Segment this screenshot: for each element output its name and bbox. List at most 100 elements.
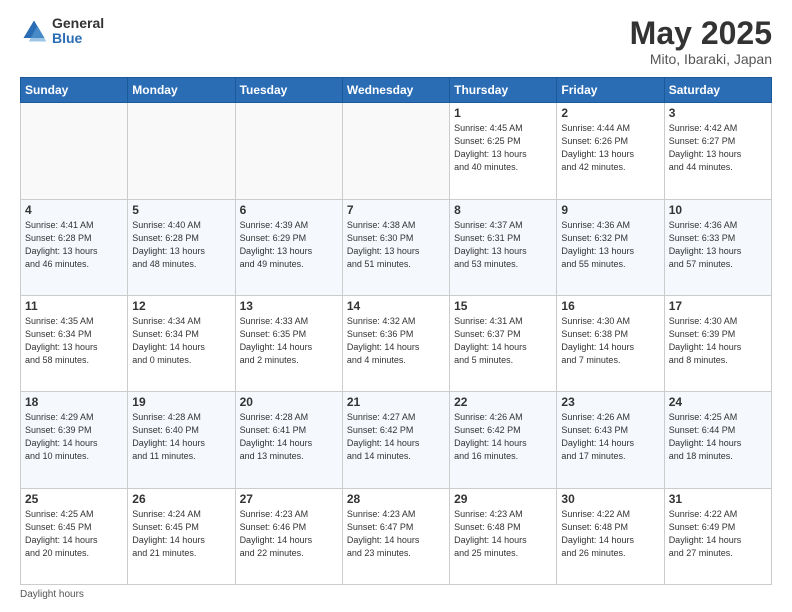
header: General Blue May 2025 Mito, Ibaraki, Jap… bbox=[20, 16, 772, 67]
day-info: Sunrise: 4:37 AM Sunset: 6:31 PM Dayligh… bbox=[454, 219, 552, 271]
day-info: Sunrise: 4:25 AM Sunset: 6:45 PM Dayligh… bbox=[25, 508, 123, 560]
col-header-saturday: Saturday bbox=[664, 78, 771, 103]
main-title: May 2025 bbox=[630, 16, 772, 51]
calendar-cell: 16 Sunrise: 4:30 AM Sunset: 6:38 PM Dayli… bbox=[557, 295, 664, 391]
calendar-cell: 18 Sunrise: 4:29 AM Sunset: 6:39 PM Dayli… bbox=[21, 392, 128, 488]
calendar-cell: 29 Sunrise: 4:23 AM Sunset: 6:48 PM Dayli… bbox=[450, 488, 557, 584]
calendar-cell: 31 Sunrise: 4:22 AM Sunset: 6:49 PM Dayli… bbox=[664, 488, 771, 584]
calendar-cell: 17 Sunrise: 4:30 AM Sunset: 6:39 PM Dayli… bbox=[664, 295, 771, 391]
day-number: 21 bbox=[347, 395, 445, 409]
footer-note: Daylight hours bbox=[20, 589, 772, 600]
calendar-header-row: SundayMondayTuesdayWednesdayThursdayFrid… bbox=[21, 78, 772, 103]
calendar-cell: 3 Sunrise: 4:42 AM Sunset: 6:27 PM Daylig… bbox=[664, 103, 771, 199]
calendar-week-2: 4 Sunrise: 4:41 AM Sunset: 6:28 PM Daylig… bbox=[21, 199, 772, 295]
day-info: Sunrise: 4:29 AM Sunset: 6:39 PM Dayligh… bbox=[25, 411, 123, 463]
calendar-table: SundayMondayTuesdayWednesdayThursdayFrid… bbox=[20, 77, 772, 585]
calendar-cell: 19Sunrise: 4:28 AM Sunset: 6:40 PM Dayli… bbox=[128, 392, 235, 488]
calendar-cell: 25 Sunrise: 4:25 AM Sunset: 6:45 PM Dayli… bbox=[21, 488, 128, 584]
day-number: 10 bbox=[669, 203, 767, 217]
day-number: 17 bbox=[669, 299, 767, 313]
day-number: 22 bbox=[454, 395, 552, 409]
calendar-cell: 28 Sunrise: 4:23 AM Sunset: 6:47 PM Dayli… bbox=[342, 488, 449, 584]
day-number: 16 bbox=[561, 299, 659, 313]
calendar-cell bbox=[128, 103, 235, 199]
day-number: 26 bbox=[132, 492, 230, 506]
day-info: Sunrise: 4:30 AM Sunset: 6:39 PM Dayligh… bbox=[669, 315, 767, 367]
day-number: 3 bbox=[669, 106, 767, 120]
calendar-cell: 1 Sunrise: 4:45 AM Sunset: 6:25 PM Daylig… bbox=[450, 103, 557, 199]
day-number: 20 bbox=[240, 395, 338, 409]
day-number: 30 bbox=[561, 492, 659, 506]
day-info: Sunrise: 4:36 AM Sunset: 6:32 PM Dayligh… bbox=[561, 219, 659, 271]
day-info: Sunrise: 4:38 AM Sunset: 6:30 PM Dayligh… bbox=[347, 219, 445, 271]
col-header-sunday: Sunday bbox=[21, 78, 128, 103]
day-number: 25 bbox=[25, 492, 123, 506]
day-info: Sunrise: 4:25 AM Sunset: 6:44 PM Dayligh… bbox=[669, 411, 767, 463]
calendar-week-5: 25 Sunrise: 4:25 AM Sunset: 6:45 PM Dayli… bbox=[21, 488, 772, 584]
day-info: Sunrise: 4:33 AM Sunset: 6:35 PM Dayligh… bbox=[240, 315, 338, 367]
day-info: Sunrise: 4:40 AM Sunset: 6:28 PM Dayligh… bbox=[132, 219, 230, 271]
calendar-cell: 21 Sunrise: 4:27 AM Sunset: 6:42 PM Dayli… bbox=[342, 392, 449, 488]
col-header-tuesday: Tuesday bbox=[235, 78, 342, 103]
calendar-cell: 24 Sunrise: 4:25 AM Sunset: 6:44 PM Dayli… bbox=[664, 392, 771, 488]
day-number: 6 bbox=[240, 203, 338, 217]
day-info: Sunrise: 4:22 AM Sunset: 6:49 PM Dayligh… bbox=[669, 508, 767, 560]
calendar-cell: 13Sunrise: 4:33 AM Sunset: 6:35 PM Dayli… bbox=[235, 295, 342, 391]
day-number: 18 bbox=[25, 395, 123, 409]
day-number: 9 bbox=[561, 203, 659, 217]
day-info: Sunrise: 4:35 AM Sunset: 6:34 PM Dayligh… bbox=[25, 315, 123, 367]
day-info: Sunrise: 4:31 AM Sunset: 6:37 PM Dayligh… bbox=[454, 315, 552, 367]
logo-text: General Blue bbox=[52, 16, 104, 47]
day-info: Sunrise: 4:22 AM Sunset: 6:48 PM Dayligh… bbox=[561, 508, 659, 560]
calendar-cell: 9 Sunrise: 4:36 AM Sunset: 6:32 PM Daylig… bbox=[557, 199, 664, 295]
day-number: 29 bbox=[454, 492, 552, 506]
day-info: Sunrise: 4:26 AM Sunset: 6:42 PM Dayligh… bbox=[454, 411, 552, 463]
day-number: 2 bbox=[561, 106, 659, 120]
calendar-cell: 15Sunrise: 4:31 AM Sunset: 6:37 PM Dayli… bbox=[450, 295, 557, 391]
day-number: 24 bbox=[669, 395, 767, 409]
day-number: 23 bbox=[561, 395, 659, 409]
day-number: 27 bbox=[240, 492, 338, 506]
day-number: 1 bbox=[454, 106, 552, 120]
calendar-cell: 4 Sunrise: 4:41 AM Sunset: 6:28 PM Daylig… bbox=[21, 199, 128, 295]
calendar-cell: 10 Sunrise: 4:36 AM Sunset: 6:33 PM Dayli… bbox=[664, 199, 771, 295]
logo-icon bbox=[20, 17, 48, 45]
day-info: Sunrise: 4:32 AM Sunset: 6:36 PM Dayligh… bbox=[347, 315, 445, 367]
day-info: Sunrise: 4:45 AM Sunset: 6:25 PM Dayligh… bbox=[454, 122, 552, 174]
calendar-cell: 23 Sunrise: 4:26 AM Sunset: 6:43 PM Dayli… bbox=[557, 392, 664, 488]
day-info: Sunrise: 4:36 AM Sunset: 6:33 PM Dayligh… bbox=[669, 219, 767, 271]
day-info: Sunrise: 4:23 AM Sunset: 6:48 PM Dayligh… bbox=[454, 508, 552, 560]
day-info: Sunrise: 4:23 AM Sunset: 6:47 PM Dayligh… bbox=[347, 508, 445, 560]
day-number: 7 bbox=[347, 203, 445, 217]
title-block: May 2025 Mito, Ibaraki, Japan bbox=[630, 16, 772, 67]
day-info: Sunrise: 4:42 AM Sunset: 6:27 PM Dayligh… bbox=[669, 122, 767, 174]
day-info: Sunrise: 4:23 AM Sunset: 6:46 PM Dayligh… bbox=[240, 508, 338, 560]
col-header-thursday: Thursday bbox=[450, 78, 557, 103]
day-number: 4 bbox=[25, 203, 123, 217]
day-info: Sunrise: 4:26 AM Sunset: 6:43 PM Dayligh… bbox=[561, 411, 659, 463]
calendar-cell: 11Sunrise: 4:35 AM Sunset: 6:34 PM Dayli… bbox=[21, 295, 128, 391]
day-number: 5 bbox=[132, 203, 230, 217]
day-info: Sunrise: 4:39 AM Sunset: 6:29 PM Dayligh… bbox=[240, 219, 338, 271]
calendar-cell: 5 Sunrise: 4:40 AM Sunset: 6:28 PM Daylig… bbox=[128, 199, 235, 295]
day-number: 31 bbox=[669, 492, 767, 506]
logo: General Blue bbox=[20, 16, 104, 47]
day-number: 14 bbox=[347, 299, 445, 313]
day-info: Sunrise: 4:27 AM Sunset: 6:42 PM Dayligh… bbox=[347, 411, 445, 463]
calendar-cell: 7 Sunrise: 4:38 AM Sunset: 6:30 PM Daylig… bbox=[342, 199, 449, 295]
col-header-wednesday: Wednesday bbox=[342, 78, 449, 103]
day-info: Sunrise: 4:24 AM Sunset: 6:45 PM Dayligh… bbox=[132, 508, 230, 560]
page: General Blue May 2025 Mito, Ibaraki, Jap… bbox=[0, 0, 792, 612]
col-header-monday: Monday bbox=[128, 78, 235, 103]
logo-blue: Blue bbox=[52, 31, 104, 46]
calendar-cell bbox=[342, 103, 449, 199]
day-number: 28 bbox=[347, 492, 445, 506]
day-info: Sunrise: 4:41 AM Sunset: 6:28 PM Dayligh… bbox=[25, 219, 123, 271]
day-number: 19 bbox=[132, 395, 230, 409]
calendar-cell: 27 Sunrise: 4:23 AM Sunset: 6:46 PM Dayli… bbox=[235, 488, 342, 584]
calendar-cell bbox=[235, 103, 342, 199]
day-info: Sunrise: 4:30 AM Sunset: 6:38 PM Dayligh… bbox=[561, 315, 659, 367]
calendar-cell bbox=[21, 103, 128, 199]
calendar-cell: 22 Sunrise: 4:26 AM Sunset: 6:42 PM Dayli… bbox=[450, 392, 557, 488]
calendar-cell: 30 Sunrise: 4:22 AM Sunset: 6:48 PM Dayli… bbox=[557, 488, 664, 584]
